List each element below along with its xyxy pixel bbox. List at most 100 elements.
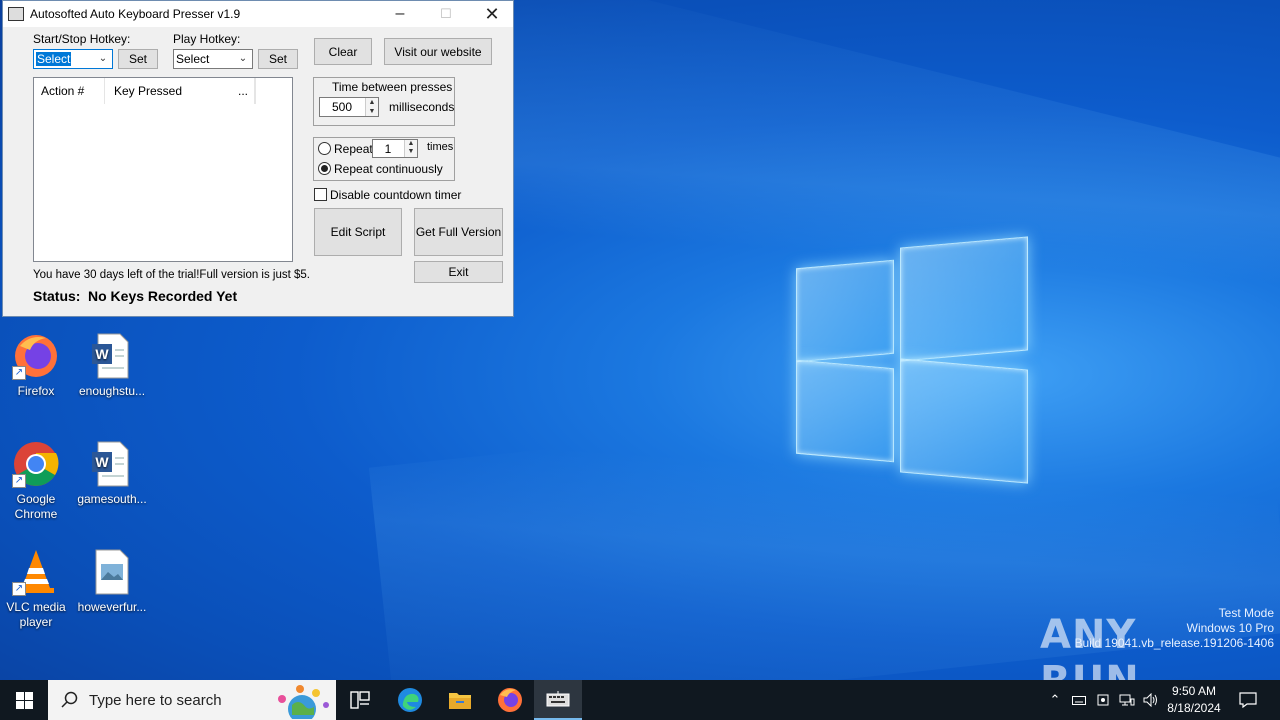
svg-text:W: W bbox=[95, 346, 109, 362]
close-button[interactable]: ✕ bbox=[469, 1, 515, 27]
search-icon bbox=[61, 691, 78, 708]
desktop-icon-label: VLC media player bbox=[6, 600, 66, 629]
select-value: Select bbox=[176, 52, 210, 66]
repeat-group: Repeat 1 ▲ ▼ times Repeat continuously bbox=[313, 137, 455, 181]
desktop-icon-vlc[interactable]: ↗ VLC media player bbox=[0, 548, 72, 630]
shortcut-arrow-icon: ↗ bbox=[12, 474, 26, 488]
edit-script-button[interactable]: Edit Script bbox=[314, 208, 402, 256]
taskbar-keyboard-presser[interactable] bbox=[534, 680, 582, 720]
time-input[interactable]: 500 ▲ ▼ bbox=[319, 97, 379, 117]
window-title: Autosofted Auto Keyboard Presser v1.9 bbox=[30, 7, 241, 21]
tray-volume[interactable] bbox=[1142, 680, 1160, 720]
time-value: 500 bbox=[331, 100, 353, 114]
spin-arrows-icon[interactable]: ▲ ▼ bbox=[404, 140, 417, 157]
column-header-key[interactable]: Key Pressed bbox=[105, 78, 255, 104]
watermark-line: Build 19041.vb_release.191206-1406 bbox=[1074, 636, 1275, 650]
logo-pane bbox=[796, 359, 894, 463]
start-stop-hotkey-label: Start/Stop Hotkey: bbox=[33, 32, 131, 46]
watermark-line: Test Mode bbox=[1218, 606, 1274, 620]
maximize-button[interactable]: ☐ bbox=[423, 1, 469, 27]
edge-icon bbox=[398, 688, 422, 712]
desktop-icon-enoughstu[interactable]: W enoughstu... bbox=[76, 332, 148, 399]
task-view-icon bbox=[350, 691, 370, 709]
time-unit-label: milliseconds bbox=[389, 100, 455, 114]
image-file-icon bbox=[88, 548, 136, 596]
disable-countdown-label: Disable countdown timer bbox=[330, 188, 462, 202]
logo-pane bbox=[900, 236, 1028, 362]
windows-logo-wallpaper bbox=[796, 236, 1028, 484]
app-window: Autosofted Auto Keyboard Presser v1.9 – … bbox=[2, 0, 514, 317]
desktop-icon-label: Firefox bbox=[17, 384, 55, 398]
word-doc-icon: W bbox=[88, 332, 136, 380]
desktop-icon-label: enoughstu... bbox=[78, 384, 146, 398]
shortcut-arrow-icon: ↗ bbox=[12, 582, 26, 596]
tray-device[interactable] bbox=[1094, 680, 1112, 720]
spin-arrows-icon[interactable]: ▲ ▼ bbox=[365, 98, 378, 116]
desktop-icon-howeverfur[interactable]: howeverfur... bbox=[76, 548, 148, 615]
taskbar-edge[interactable] bbox=[386, 680, 434, 720]
column-header-more[interactable]: ... bbox=[238, 78, 255, 104]
column-header-action[interactable]: Action # bbox=[34, 78, 105, 104]
search-highlight-icon bbox=[278, 685, 329, 719]
taskbar-file-explorer[interactable] bbox=[436, 680, 484, 720]
recorded-keys-list[interactable]: Action # Key Pressed ... bbox=[33, 77, 293, 262]
windows-watermark: Test Mode Windows 10 Pro Build 19041.vb_… bbox=[1075, 606, 1275, 651]
desktop-icon-label: howeverfur... bbox=[77, 600, 147, 614]
folder-icon bbox=[449, 693, 471, 709]
exit-button[interactable]: Exit bbox=[414, 261, 503, 283]
firefox-icon bbox=[498, 688, 522, 712]
repeat-continuously-label: Repeat continuously bbox=[334, 162, 443, 176]
desktop-icon-label: gamesouth... bbox=[77, 492, 147, 506]
column-divider bbox=[255, 78, 256, 104]
play-hotkey-label: Play Hotkey: bbox=[173, 32, 241, 46]
desktop-icon-chrome[interactable]: ↗ Google Chrome bbox=[0, 440, 72, 522]
repeat-label: Repeat bbox=[334, 142, 373, 156]
show-hidden-icons-button[interactable]: ⌃ bbox=[1046, 680, 1064, 720]
play-hotkey-select[interactable]: Select ⌄ bbox=[173, 49, 253, 69]
title-bar[interactable]: Autosofted Auto Keyboard Presser v1.9 – … bbox=[3, 1, 513, 27]
repeat-count-value: 1 bbox=[384, 142, 392, 156]
trial-text: You have 30 days left of the trial!Full … bbox=[33, 269, 311, 281]
notification-icon bbox=[1239, 692, 1257, 708]
set-play-button[interactable]: Set bbox=[258, 49, 298, 69]
watermark-line: Windows 10 Pro bbox=[1186, 621, 1274, 635]
desktop-icon-firefox[interactable]: ↗ Firefox bbox=[0, 332, 72, 399]
logo-pane bbox=[900, 358, 1028, 484]
desktop-icon-gamesouth[interactable]: W gamesouth... bbox=[76, 440, 148, 507]
time-between-group: Time between presses 500 ▲ ▼ milliseconds bbox=[313, 77, 455, 126]
clock-time: 9:50 AM bbox=[1171, 684, 1217, 698]
minimize-button[interactable]: – bbox=[377, 1, 423, 27]
select-value: Select bbox=[36, 52, 72, 66]
search-box[interactable]: Type here to search bbox=[48, 680, 336, 720]
vlc-icon: ↗ bbox=[12, 548, 60, 596]
taskbar-firefox[interactable] bbox=[486, 680, 534, 720]
status-value: No Keys Recorded Yet bbox=[88, 288, 238, 304]
keyboard-icon bbox=[546, 691, 570, 707]
get-full-version-button[interactable]: Get Full Version bbox=[414, 208, 503, 256]
task-view-button[interactable] bbox=[336, 680, 384, 720]
chrome-icon: ↗ bbox=[12, 440, 60, 488]
taskbar: Type here to search ⌃ 9:50 AM 8/18/2024 bbox=[0, 680, 1280, 720]
network-icon bbox=[1119, 694, 1135, 706]
windows-icon bbox=[15, 691, 33, 709]
repeat-count-input[interactable]: 1 ▲ ▼ bbox=[372, 139, 418, 158]
times-label: times bbox=[427, 141, 454, 153]
chevron-up-icon: ⌃ bbox=[1049, 692, 1061, 707]
logo-pane bbox=[796, 259, 894, 363]
start-button[interactable] bbox=[0, 680, 48, 720]
notifications-button[interactable] bbox=[1236, 680, 1260, 720]
tray-keyboard[interactable] bbox=[1070, 680, 1088, 720]
tray-network[interactable] bbox=[1118, 680, 1136, 720]
status-label: Status: bbox=[33, 288, 81, 304]
repeat-times-radio[interactable] bbox=[318, 142, 331, 155]
repeat-continuously-radio[interactable] bbox=[318, 162, 331, 175]
visit-website-button[interactable]: Visit our website bbox=[384, 38, 492, 65]
firefox-icon: ↗ bbox=[12, 332, 60, 380]
clock[interactable]: 9:50 AM 8/18/2024 bbox=[1160, 683, 1228, 717]
set-start-stop-button[interactable]: Set bbox=[118, 49, 158, 69]
start-stop-hotkey-select[interactable]: Select ⌄ bbox=[33, 49, 113, 69]
keyboard-icon bbox=[8, 7, 24, 21]
word-doc-icon: W bbox=[88, 440, 136, 488]
clear-button[interactable]: Clear bbox=[314, 38, 372, 65]
disable-countdown-checkbox[interactable] bbox=[314, 188, 327, 201]
